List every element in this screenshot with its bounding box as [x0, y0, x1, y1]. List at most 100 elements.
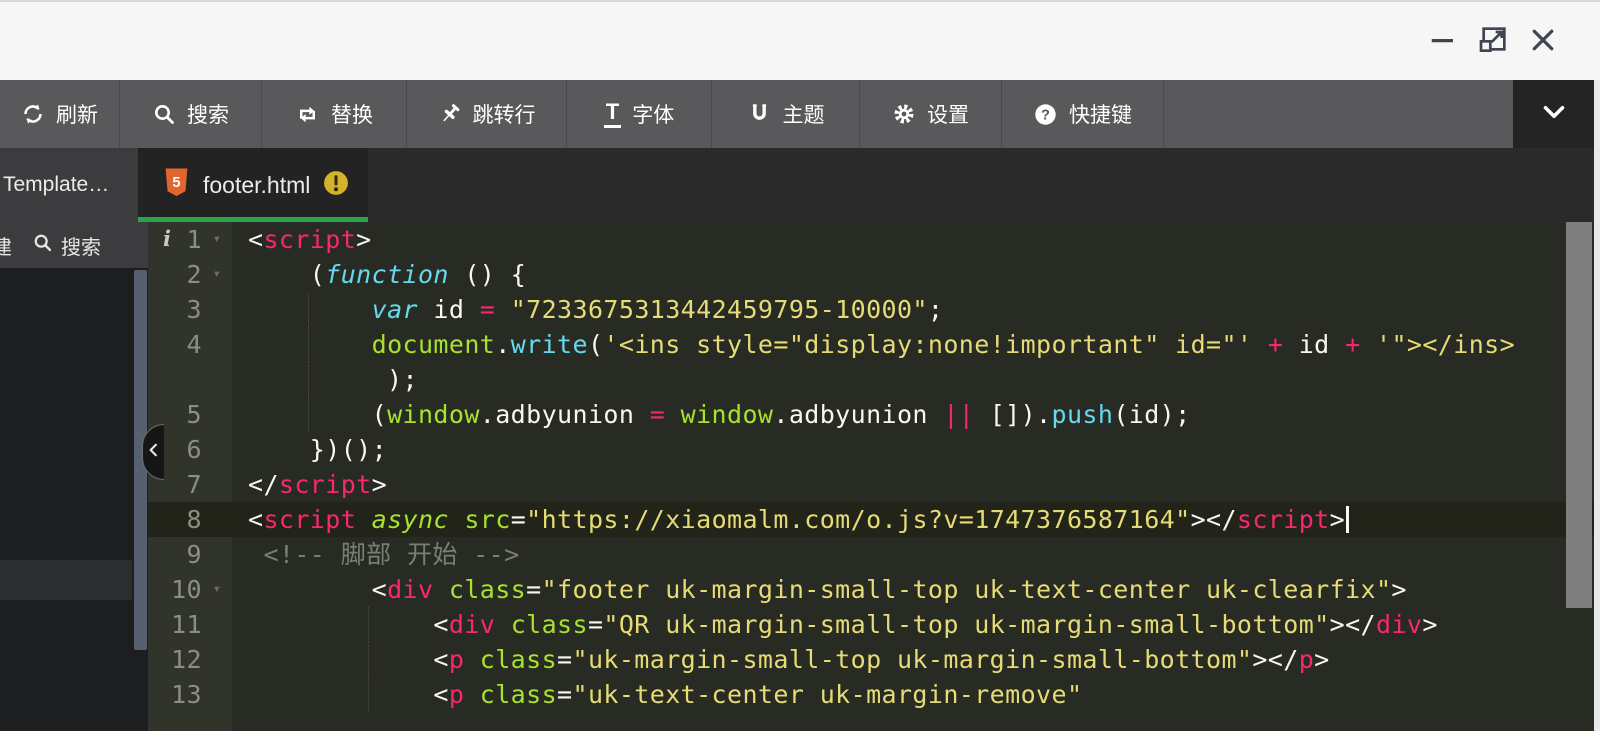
- code-line[interactable]: 2▾ (function () {: [148, 257, 1594, 292]
- toolbar-button-goto-line[interactable]: 跳转行: [407, 80, 567, 148]
- indent-guide: [368, 607, 369, 642]
- template-panel-header[interactable]: Template…: [0, 148, 138, 222]
- line-number: 3: [148, 292, 202, 327]
- indent-guide: [308, 327, 309, 362]
- refresh-icon: [21, 102, 45, 126]
- toolbar-button-settings[interactable]: 设置: [860, 80, 1002, 148]
- toolbar-button-label: 设置: [927, 99, 969, 129]
- indent-guide: [368, 677, 369, 712]
- fold-gutter: [202, 537, 232, 572]
- fold-toggle-icon[interactable]: ▾: [202, 572, 232, 607]
- code-text: var id = "7233675313442459795-10000";: [232, 292, 1594, 327]
- code-text: <div class="QR uk-margin-small-top uk-ma…: [232, 607, 1594, 642]
- toolbar-button-replace[interactable]: 替换: [262, 80, 407, 148]
- code-text: <p class="uk-margin-small-top uk-margin-…: [232, 642, 1594, 677]
- magnet-icon: [747, 102, 772, 127]
- toolbar-button-label: 字体: [632, 99, 674, 129]
- new-file-button[interactable]: 建: [0, 231, 12, 260]
- code-editor[interactable]: i 1▾<script>2▾ (function () {3 var id = …: [148, 222, 1594, 731]
- help-icon: ?: [1033, 102, 1058, 127]
- fold-toggle-icon[interactable]: ▾: [202, 257, 232, 292]
- code-line[interactable]: 4 document.write('<ins style="display:no…: [148, 327, 1594, 362]
- line-number: [148, 362, 202, 397]
- toolbar-button-shortcuts[interactable]: ? 快捷键: [1002, 80, 1164, 148]
- indent-guide: [308, 362, 309, 397]
- file-panel: 建 搜索: [0, 222, 148, 731]
- search-icon: [32, 232, 53, 259]
- code-line[interactable]: );: [148, 362, 1594, 397]
- fold-toggle-icon[interactable]: ▾: [202, 222, 232, 257]
- code-text: document.write('<ins style="display:none…: [232, 327, 1594, 362]
- editor-scrollbar[interactable]: [1566, 222, 1592, 608]
- code-text: </script>: [232, 467, 1594, 502]
- code-text: <script>: [232, 222, 1594, 257]
- line-number: 2: [148, 257, 202, 292]
- svg-text:?: ?: [1041, 107, 1050, 123]
- tabbar: Template… 5 footer.html: [0, 148, 1600, 222]
- line-number: 4: [148, 327, 202, 362]
- line-number: 11: [148, 607, 202, 642]
- tab-footer-html[interactable]: 5 footer.html: [138, 148, 368, 222]
- minimize-button[interactable]: [1426, 25, 1460, 59]
- close-button[interactable]: [1526, 25, 1560, 59]
- code-line[interactable]: 5 (window.adbyunion = window.adbyunion |…: [148, 397, 1594, 432]
- font-icon: T: [604, 101, 621, 128]
- code-line[interactable]: 11 <div class="QR uk-margin-small-top uk…: [148, 607, 1594, 642]
- pin-icon: [438, 102, 462, 126]
- indent-guide: [308, 397, 309, 432]
- fold-gutter: [202, 397, 232, 432]
- toolbar-button-label: 跳转行: [473, 99, 536, 129]
- line-number: 8: [148, 502, 202, 537]
- chevron-down-icon: [1537, 95, 1571, 134]
- page-scrollbar-track[interactable]: [1594, 80, 1600, 731]
- code-line[interactable]: 1▾<script>: [148, 222, 1594, 257]
- fold-gutter: [202, 327, 232, 362]
- toolbar-button-refresh[interactable]: 刷新: [0, 80, 120, 148]
- code-line[interactable]: 7</script>: [148, 467, 1594, 502]
- file-search-label: 搜索: [61, 231, 101, 260]
- fold-gutter: [202, 432, 232, 467]
- line-number: 12: [148, 642, 202, 677]
- code-line[interactable]: 8<script async src="https://xiaomalm.com…: [148, 502, 1594, 537]
- code-text: <!-- 脚部 开始 -->: [232, 537, 1594, 572]
- code-text: (window.adbyunion = window.adbyunion || …: [232, 397, 1594, 432]
- file-panel-actions: 建 搜索: [0, 222, 148, 268]
- file-search-button[interactable]: 搜索: [32, 231, 101, 260]
- code-line[interactable]: 13 <p class="uk-text-center uk-margin-re…: [148, 677, 1594, 712]
- indent-guide: [308, 292, 309, 327]
- search-icon: [152, 102, 176, 126]
- text-cursor: [1346, 506, 1349, 533]
- line-number: 1: [148, 222, 202, 257]
- toolbar-button-label: 主题: [783, 99, 825, 129]
- toolbar-button-search[interactable]: 搜索: [120, 80, 262, 148]
- code-lines: 1▾<script>2▾ (function () {3 var id = "7…: [148, 222, 1594, 712]
- code-text: );: [232, 362, 1594, 397]
- line-number: 9: [148, 537, 202, 572]
- line-number: 10: [148, 572, 202, 607]
- chevron-left-icon: [145, 441, 163, 464]
- titlebar: [0, 0, 1600, 80]
- maximize-icon: [1477, 24, 1509, 61]
- fold-gutter: [202, 362, 232, 397]
- code-line[interactable]: 9 <!-- 脚部 开始 -->: [148, 537, 1594, 572]
- gutter-info-icon[interactable]: i: [163, 226, 171, 251]
- code-line[interactable]: 10▾ <div class="footer uk-margin-small-t…: [148, 572, 1594, 607]
- svg-text:5: 5: [172, 175, 180, 191]
- file-tree-selected-row[interactable]: [0, 560, 132, 600]
- code-text: <div class="footer uk-margin-small-top u…: [232, 572, 1594, 607]
- toolbar-button-font[interactable]: T 字体: [567, 80, 712, 148]
- maximize-button[interactable]: [1476, 25, 1510, 59]
- window-controls: [1426, 25, 1560, 59]
- code-line[interactable]: 3 var id = "7233675313442459795-10000";: [148, 292, 1594, 327]
- code-line[interactable]: 6 })();: [148, 432, 1594, 467]
- gear-icon: [892, 102, 916, 126]
- app-window: 刷新 搜索 替换: [0, 0, 1600, 731]
- toolbar-expand-button[interactable]: [1513, 80, 1594, 148]
- warning-icon: [323, 170, 349, 201]
- replace-icon: [295, 102, 320, 127]
- code-line[interactable]: 12 <p class="uk-margin-small-top uk-marg…: [148, 642, 1594, 677]
- toolbar-button-theme[interactable]: 主题: [712, 80, 860, 148]
- template-panel-label: Template…: [3, 173, 109, 197]
- fold-gutter: [202, 677, 232, 712]
- fold-gutter: [202, 607, 232, 642]
